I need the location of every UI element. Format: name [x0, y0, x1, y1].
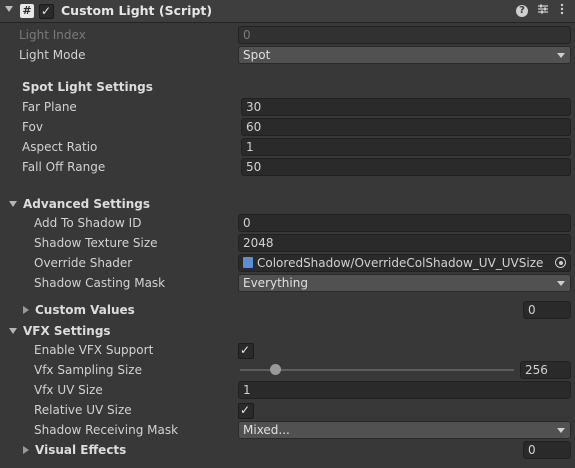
spot-light-settings-header: Spot Light Settings	[22, 80, 153, 94]
advanced-settings-header[interactable]: Advanced Settings	[23, 195, 150, 213]
light-mode-label: Light Mode	[19, 48, 86, 62]
component-enabled-checkbox[interactable]: ✓	[39, 4, 54, 19]
shadow-receiving-mask-value: Mixed...	[243, 423, 290, 437]
enable-vfx-support-label: Enable VFX Support	[34, 343, 154, 357]
light-mode-value: Spot	[243, 48, 271, 62]
script-icon: #	[20, 4, 34, 18]
fall-off-range-label: Fall Off Range	[22, 160, 106, 174]
checkmark-icon: ✓	[240, 343, 251, 357]
light-mode-dropdown[interactable]: Spot	[238, 46, 571, 64]
shadow-casting-mask-value: Everything	[243, 276, 308, 290]
checkmark-icon: ✓	[240, 403, 251, 417]
checkmark-icon: ✓	[41, 4, 52, 18]
shadow-receiving-mask-label: Shadow Receiving Mask	[34, 423, 179, 437]
presets-icon[interactable]	[536, 3, 550, 17]
help-icon[interactable]: ?	[516, 5, 528, 17]
chevron-down-icon	[557, 53, 565, 58]
shadow-casting-mask-label: Shadow Casting Mask	[34, 276, 166, 290]
fall-off-range-field[interactable]: 50	[241, 158, 571, 176]
component-title: Custom Light (Script)	[61, 3, 213, 18]
vfx-uv-size-field[interactable]: 1	[238, 381, 571, 399]
vfx-sampling-size-label: Vfx Sampling Size	[34, 363, 142, 377]
add-to-shadow-id-field[interactable]: 0	[238, 214, 571, 232]
far-plane-field[interactable]: 30	[241, 98, 571, 116]
foldout-arrow-icon[interactable]	[5, 6, 13, 12]
aspect-ratio-field[interactable]: 1	[241, 138, 571, 156]
vfx-sampling-size-slider-thumb[interactable]	[270, 364, 282, 375]
custom-values-header[interactable]: Custom Values	[35, 301, 135, 319]
override-shader-label: Override Shader	[34, 256, 133, 270]
visual-effects-count-field[interactable]: 0	[523, 441, 571, 459]
vfx-settings-foldout-icon[interactable]	[9, 328, 17, 334]
chevron-down-icon	[557, 428, 565, 433]
shadow-receiving-mask-dropdown[interactable]: Mixed...	[238, 421, 571, 439]
advanced-settings-foldout-icon[interactable]	[9, 201, 17, 207]
aspect-ratio-label: Aspect Ratio	[22, 140, 98, 154]
fov-field[interactable]: 60	[241, 118, 571, 136]
vfx-settings-header[interactable]: VFX Settings	[23, 322, 111, 340]
kebab-menu-icon[interactable]	[555, 3, 569, 17]
light-index-field: 0	[238, 26, 571, 44]
relative-uv-size-label: Relative UV Size	[34, 403, 132, 417]
visual-effects-foldout-icon[interactable]	[23, 446, 29, 454]
override-shader-field[interactable]: ColoredShadow/OverrideColShadow_UV_UVSiz…	[238, 254, 571, 272]
shader-icon	[243, 257, 253, 268]
light-index-label: Light Index	[19, 28, 86, 42]
vfx-sampling-size-field[interactable]: 256	[520, 361, 571, 379]
custom-values-count-field[interactable]: 0	[523, 301, 571, 319]
custom-values-foldout-icon[interactable]	[23, 306, 29, 314]
visual-effects-header[interactable]: Visual Effects	[35, 441, 126, 459]
add-to-shadow-id-label: Add To Shadow ID	[34, 216, 142, 230]
fov-label: Fov	[22, 120, 43, 134]
relative-uv-size-checkbox[interactable]: ✓	[238, 403, 254, 419]
shadow-casting-mask-dropdown[interactable]: Everything	[238, 274, 571, 292]
vfx-uv-size-label: Vfx UV Size	[34, 383, 103, 397]
chevron-down-icon	[557, 281, 565, 286]
vfx-sampling-size-slider-track[interactable]	[240, 369, 514, 371]
component-header[interactable]: # ✓ Custom Light (Script) ?	[0, 0, 575, 23]
far-plane-label: Far Plane	[22, 100, 77, 114]
enable-vfx-support-checkbox[interactable]: ✓	[238, 343, 254, 359]
shadow-texture-size-label: Shadow Texture Size	[34, 236, 158, 250]
shadow-texture-size-field[interactable]: 2048	[238, 234, 571, 252]
object-picker-icon[interactable]	[555, 257, 566, 268]
override-shader-value: ColoredShadow/OverrideColShadow_UV_UVSiz…	[257, 256, 544, 270]
